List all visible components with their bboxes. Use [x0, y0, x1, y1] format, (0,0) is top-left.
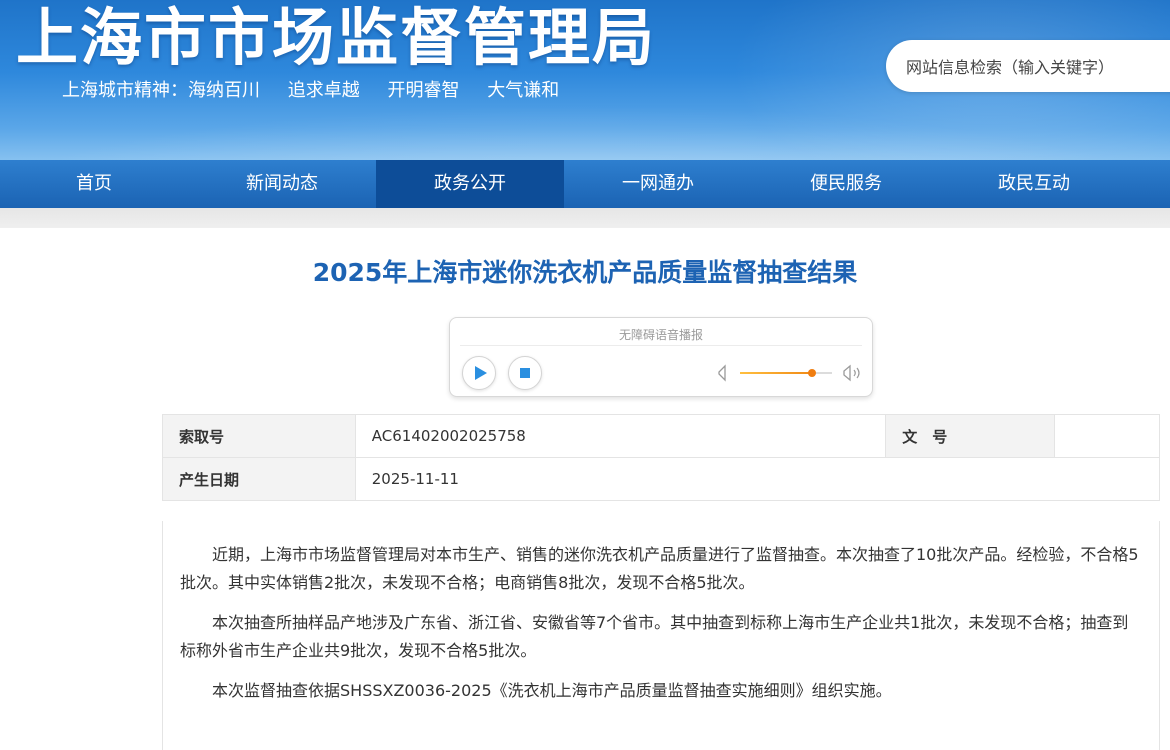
site-header: 上海市市场监督管理局 上海城市精神：海纳百川 追求卓越 开明睿智 大气谦和 — [0, 0, 1170, 160]
volume-handle[interactable] — [807, 369, 816, 377]
city-spirit-slogan: 上海城市精神：海纳百川 追求卓越 开明睿智 大气谦和 — [62, 78, 581, 104]
nav-item-public-service[interactable]: 便民服务 — [752, 160, 940, 208]
document-number-value — [1054, 414, 1160, 458]
slogan-part: 大气谦和 — [487, 80, 560, 101]
player-divider — [460, 345, 862, 346]
volume-fill — [740, 372, 812, 374]
article-title: 2025年上海市迷你洗衣机产品质量监督抽查结果 — [312, 258, 858, 287]
player-status: 无障碍语音播报 — [618, 328, 703, 342]
index-number-value: AC61402002025758 — [354, 414, 887, 458]
play-button[interactable] — [462, 356, 496, 390]
audio-player: 无障碍语音播报 — [449, 317, 873, 397]
date-value: 2025-11-11 — [354, 457, 1161, 501]
volume-slider[interactable] — [740, 369, 832, 377]
nav-item-government-affairs[interactable]: 政务公开 — [376, 160, 564, 208]
article-paragraph: 近期，上海市市场监督管理局对本市生产、销售的迷你洗衣机产品质量进行了监督抽查。本… — [180, 545, 1139, 592]
table-row: 产生日期 2025-11-11 — [162, 457, 1161, 501]
slogan-part: 追求卓越 — [287, 80, 360, 101]
nav-item-interaction[interactable]: 政民互动 — [940, 160, 1128, 208]
stop-button[interactable] — [508, 356, 542, 390]
table-row: 索取号 AC61402002025758 文 号 — [162, 414, 1160, 458]
article-paragraph: 本次抽查所抽样品产地涉及广东省、浙江省、安徽省等7个省市。其中抽查到标称上海市生… — [180, 613, 1129, 660]
search-input[interactable] — [904, 53, 1168, 81]
slogan-part: 开明睿智 — [387, 80, 460, 101]
slogan-part: 上海城市精神：海纳百川 — [62, 80, 260, 101]
volume-low-icon[interactable] — [716, 364, 730, 382]
search-box — [886, 40, 1170, 92]
nav-item-one-stop-service[interactable]: 一网通办 — [564, 160, 752, 208]
article-container: 2025年上海市迷你洗衣机产品质量监督抽查结果 无障碍语音播报 索取号 AC61 — [0, 228, 1170, 750]
article-paragraph: 本次监督抽查依据SHSSXZ0036-2025《洗衣机上海市产品质量监督抽查实施… — [212, 681, 892, 700]
sub-bar — [0, 208, 1170, 228]
main-nav: 首页 新闻动态 政务公开 一网通办 便民服务 政民互动 — [0, 160, 1170, 208]
play-icon — [475, 366, 487, 380]
document-number-label: 文 号 — [885, 414, 1056, 458]
volume-high-icon[interactable] — [842, 364, 864, 382]
nav-item-home[interactable]: 首页 — [0, 160, 188, 208]
article-body: 近期，上海市市场监督管理局对本市生产、销售的迷你洗衣机产品质量进行了监督抽查。本… — [162, 521, 1160, 750]
index-number-label: 索取号 — [162, 414, 356, 458]
stop-icon — [520, 368, 530, 378]
article-meta-table: 索取号 AC61402002025758 文 号 产生日期 2025-11-11 — [162, 414, 1161, 501]
site-title[interactable]: 上海市市场监督管理局 — [16, 0, 656, 78]
nav-item-news[interactable]: 新闻动态 — [188, 160, 376, 208]
date-label: 产生日期 — [162, 457, 356, 501]
